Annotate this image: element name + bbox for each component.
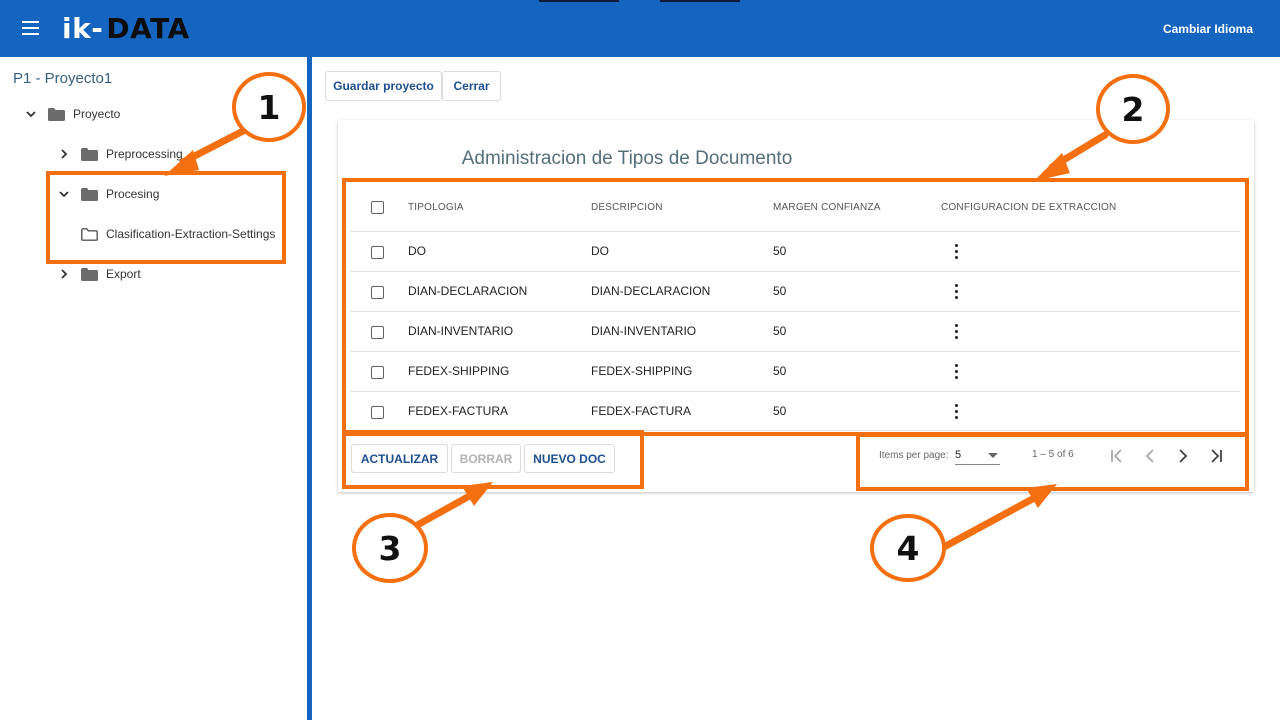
annotation-label-4: 4 <box>870 514 946 582</box>
annotation-label-1: 1 <box>232 72 306 142</box>
project-title: P1 - Proyecto1 <box>13 70 113 87</box>
top-app-bar: ik- DATA Cambiar Idioma <box>0 0 1280 57</box>
tree-item-label: Proyecto <box>73 107 121 121</box>
logo-main-text: ik- <box>62 12 104 45</box>
folder-icon <box>81 267 98 281</box>
logo-sub-text: DATA <box>106 12 190 45</box>
chevron-down-icon[interactable] <box>24 107 38 121</box>
annotation-box-1 <box>46 171 286 264</box>
tree-item-label: Export <box>106 267 141 281</box>
annotation-label-3: 3 <box>352 513 428 583</box>
folder-icon <box>48 107 65 121</box>
close-project-button[interactable]: Cerrar <box>442 71 501 101</box>
save-project-button[interactable]: Guardar proyecto <box>325 71 442 101</box>
top-deco-line <box>539 0 619 2</box>
tree-item-export[interactable]: Export <box>57 264 141 284</box>
card-title: Administracion de Tipos de Documento <box>461 148 793 169</box>
annotation-box-3 <box>342 430 644 489</box>
hamburger-menu-icon[interactable] <box>22 21 39 35</box>
logo: ik- DATA <box>62 12 190 46</box>
change-language-button[interactable]: Cambiar Idioma <box>1163 22 1253 36</box>
tree-item-proyecto[interactable]: Proyecto <box>24 104 120 124</box>
annotation-box-2 <box>342 178 1249 436</box>
annotation-box-4 <box>856 433 1249 491</box>
chevron-right-icon[interactable] <box>57 267 71 281</box>
annotation-label-2: 2 <box>1096 74 1170 144</box>
top-deco-line <box>660 0 740 2</box>
card-title-wrap: Administracion de Tipos de Documento <box>0 148 1254 170</box>
